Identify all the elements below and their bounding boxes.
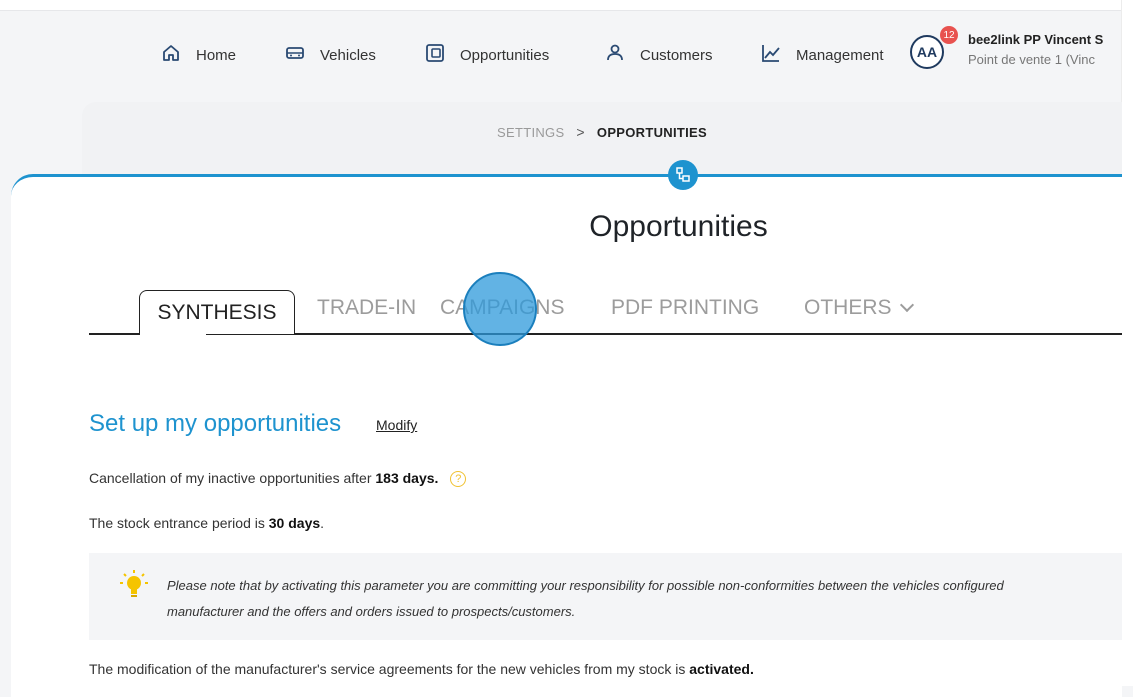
- user-store: Point de vente 1 (Vinc: [968, 52, 1095, 67]
- nav-opportunities-label: Opportunities: [460, 46, 550, 64]
- nav-vehicles-label: Vehicles: [320, 46, 376, 64]
- chevron-down-icon: [899, 297, 914, 313]
- note-text: Please note that by activating this para…: [167, 573, 1127, 625]
- click-indicator: [463, 272, 537, 346]
- breadcrumb-separator: >: [576, 124, 585, 140]
- cancellation-text: Cancellation of my inactive opportunitie…: [89, 470, 376, 486]
- customers-icon: [604, 42, 626, 68]
- note-line-1: Please note that by activating this para…: [167, 578, 1004, 593]
- cancellation-setting: Cancellation of my inactive opportunitie…: [89, 470, 467, 488]
- tabs-divider: [206, 333, 1122, 335]
- nav-customers-label: Customers: [640, 46, 713, 64]
- nav-home-label: Home: [196, 46, 237, 64]
- notification-badge[interactable]: 12: [940, 26, 958, 44]
- tab-synthesis[interactable]: SYNTHESIS: [139, 290, 295, 334]
- nav-customers[interactable]: Customers: [604, 41, 713, 69]
- stock-entrance-setting: The stock entrance period is 30 days.: [89, 515, 324, 531]
- service-text: The modification of the manufacturer's s…: [89, 661, 690, 677]
- breadcrumb-settings[interactable]: SETTINGS: [497, 125, 564, 140]
- home-icon: [160, 42, 182, 68]
- lightbulb-icon: [119, 569, 149, 599]
- tab-others-label: OTHERS: [804, 296, 892, 319]
- tab-trade-in[interactable]: TRADE-IN: [317, 296, 416, 320]
- nav-management[interactable]: Management: [760, 41, 884, 69]
- avatar-initials: AA: [916, 44, 938, 60]
- breadcrumb: SETTINGS > OPPORTUNITIES: [82, 124, 1122, 140]
- top-navigation: Home Vehicles Opportunities Customers Ma…: [0, 26, 1122, 80]
- network-icon: [668, 160, 698, 190]
- tab-pdf-printing[interactable]: PDF PRINTING: [611, 296, 759, 320]
- breadcrumb-bar: SETTINGS > OPPORTUNITIES: [82, 102, 1122, 182]
- stock-end: .: [320, 515, 325, 531]
- nav-vehicles[interactable]: Vehicles: [284, 41, 376, 69]
- avatar[interactable]: AA: [910, 35, 944, 69]
- chart-icon: [760, 42, 782, 68]
- info-note: Please note that by activating this para…: [89, 553, 1122, 640]
- user-name[interactable]: bee2link PP Vincent S: [968, 32, 1103, 47]
- modify-link[interactable]: Modify: [376, 417, 417, 433]
- service-agreement-setting: The modification of the manufacturer's s…: [89, 661, 754, 677]
- service-value: activated.: [689, 661, 754, 677]
- stock-text: The stock entrance period is: [89, 515, 269, 531]
- opportunities-icon: [424, 42, 446, 68]
- help-icon[interactable]: ?: [450, 471, 467, 488]
- tab-others[interactable]: OTHERS: [804, 296, 914, 320]
- breadcrumb-current: OPPORTUNITIES: [596, 125, 707, 140]
- stock-value: 30 days: [268, 515, 321, 531]
- tabs-divider-left: [89, 333, 140, 335]
- top-strip: [0, 0, 1133, 11]
- car-icon: [284, 42, 306, 68]
- note-line-2: manufacturer and the offers and orders i…: [167, 604, 576, 619]
- nav-opportunities[interactable]: Opportunities: [424, 41, 549, 69]
- section-title: Set up my opportunities: [89, 410, 342, 437]
- cancellation-value: 183 days.: [375, 470, 439, 486]
- nav-home[interactable]: Home: [160, 41, 236, 69]
- page-title: Opportunities: [589, 210, 768, 243]
- nav-management-label: Management: [796, 46, 884, 64]
